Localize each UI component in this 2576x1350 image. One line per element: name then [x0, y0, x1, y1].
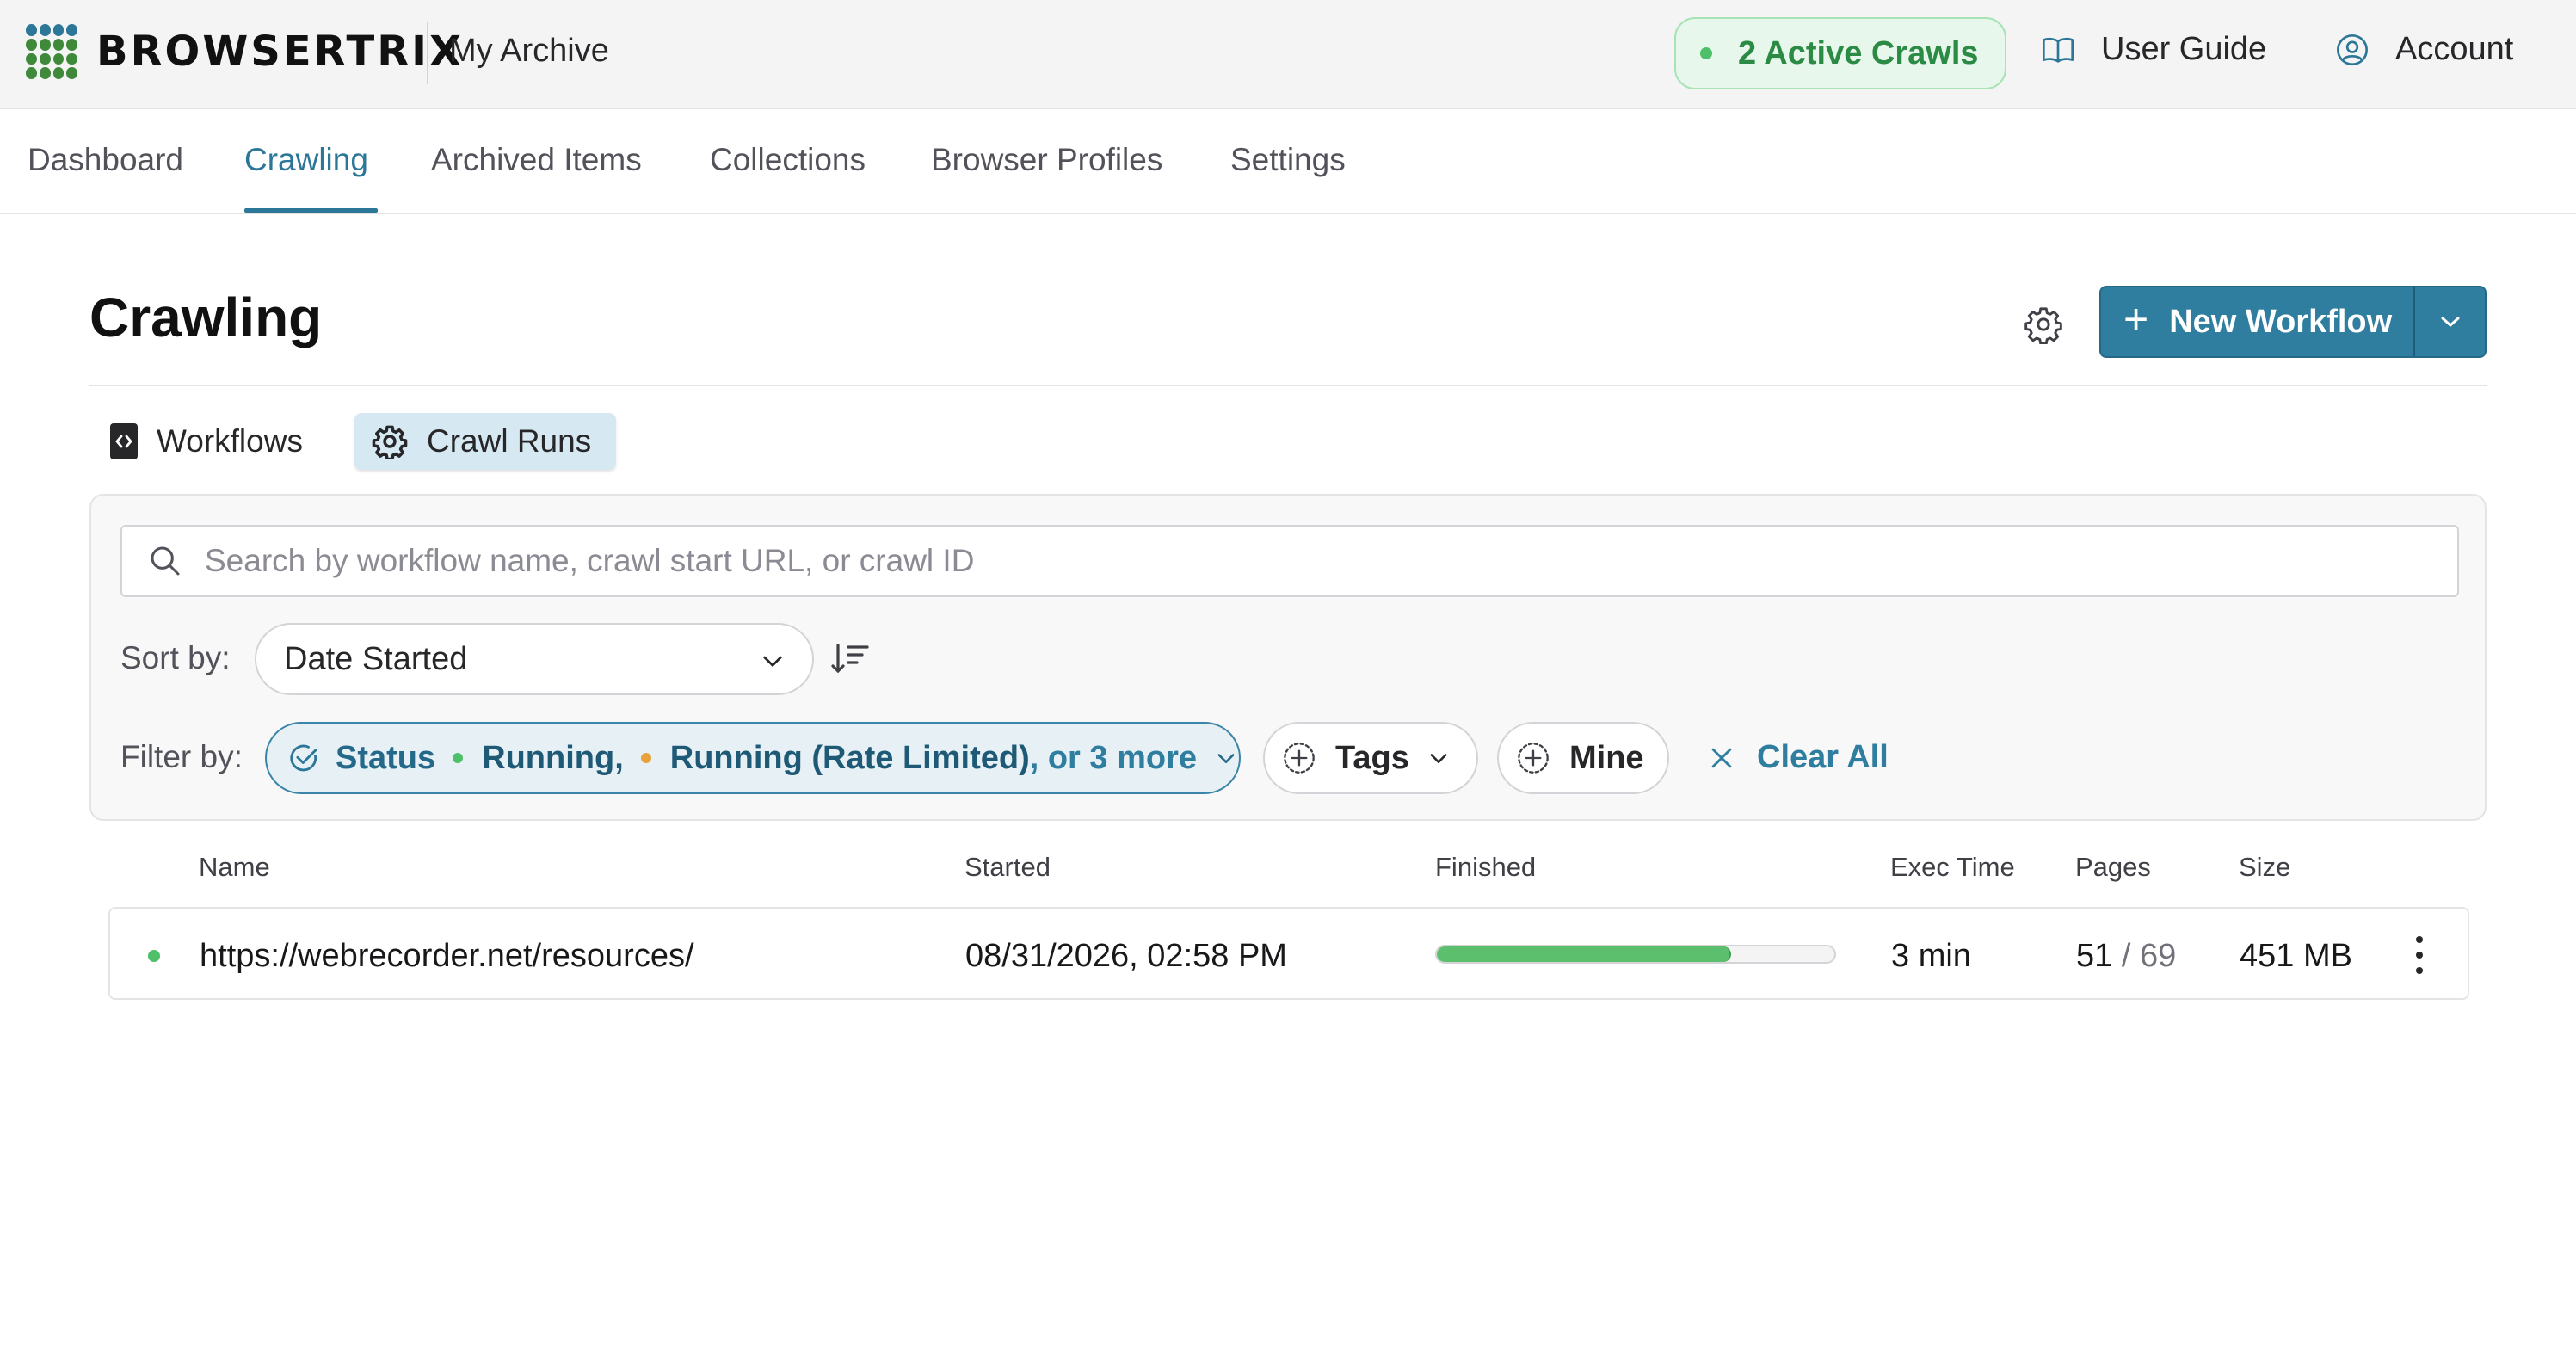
status-value-running: Running, — [482, 739, 624, 776]
tags-filter-chip[interactable]: Tags — [1263, 722, 1478, 794]
sort-select[interactable]: Date Started — [255, 623, 814, 695]
pages-total: 69 — [2139, 938, 2177, 974]
pages-done: 51 — [2076, 938, 2113, 974]
heading-divider — [89, 385, 2487, 386]
nav-tab-settings[interactable]: Settings — [1230, 142, 1346, 178]
search-placeholder: Search by workflow name, crawl start URL… — [205, 543, 975, 578]
crawl-started: 08/31/2026, 02:58 PM — [965, 938, 1287, 974]
active-status-dot — [1700, 47, 1712, 59]
column-header-started: Started — [964, 852, 1051, 882]
column-header-pages: Pages — [2075, 852, 2151, 882]
user-guide-label: User Guide — [2101, 31, 2267, 67]
mine-filter-chip[interactable]: Mine — [1497, 722, 1669, 794]
new-workflow-split-button: + New Workflow — [2099, 286, 2487, 358]
column-header-size: Size — [2239, 852, 2291, 882]
row-actions-menu-icon[interactable] — [2411, 936, 2428, 974]
plus-icon: + — [2123, 295, 2149, 343]
sort-direction-icon[interactable] — [831, 642, 869, 676]
mine-filter-label: Mine — [1569, 739, 1644, 776]
nav-tab-dashboard[interactable]: Dashboard — [28, 142, 183, 178]
user-circle-icon — [2337, 34, 2368, 65]
column-header-exec-time: Exec Time — [1890, 852, 2015, 882]
filter-label: Filter by: — [120, 739, 243, 774]
settings-gear-icon[interactable] — [2024, 305, 2063, 344]
table-row[interactable]: https://webrecorder.net/resources/ 08/31… — [108, 907, 2469, 1000]
page-title: Crawling — [89, 287, 323, 348]
column-header-finished: Finished — [1435, 852, 1537, 882]
plus-circle-icon — [1518, 743, 1549, 774]
account-menu[interactable]: Account — [2335, 31, 2513, 68]
nav-tab-browser-profiles[interactable]: Browser Profiles — [931, 142, 1162, 178]
chevron-down-icon — [1430, 754, 1447, 763]
active-crawls-badge[interactable]: 2 Active Crawls — [1674, 17, 2006, 89]
search-icon — [151, 546, 180, 576]
chevron-down-icon — [1217, 754, 1235, 763]
main-nav: Dashboard Crawling Archived Items Collec… — [0, 111, 2576, 214]
nav-tab-collections[interactable]: Collections — [710, 142, 866, 178]
rate-limited-status-dot — [640, 753, 651, 763]
crawl-exec-time: 3 min — [1891, 938, 1971, 974]
subtab-crawl-runs-label: Crawl Runs — [427, 423, 592, 459]
nav-tab-crawling[interactable]: Crawling — [244, 142, 368, 178]
filter-panel: Search by workflow name, crawl start URL… — [89, 494, 2487, 821]
status-value-rate-limited: Running (Rate Limited) — [669, 739, 1030, 776]
check-circle-icon — [290, 744, 317, 772]
subtab-workflows[interactable]: Workflows — [96, 413, 325, 470]
brand-name: BROWSERTRIX — [96, 28, 465, 76]
active-crawls-label: 2 Active Crawls — [1738, 34, 1979, 71]
status-filter-chip[interactable]: Status Running, Running (Rate Limited) ,… — [265, 722, 1241, 794]
sort-selected-value: Date Started — [284, 640, 468, 677]
crawl-progress-fill — [1437, 946, 1731, 962]
pages-separator: / — [2121, 938, 2131, 974]
status-filter-label: Status — [336, 739, 436, 776]
running-status-dot — [148, 950, 160, 962]
status-more-label: , or 3 more — [1029, 739, 1198, 776]
clear-all-label: Clear All — [1757, 739, 1889, 775]
chevron-down-icon — [763, 656, 782, 667]
user-guide-link[interactable]: User Guide — [2041, 31, 2266, 68]
column-header-name: Name — [199, 852, 270, 882]
crawl-progress-bar — [1435, 945, 1836, 964]
nav-tab-archived-items[interactable]: Archived Items — [431, 142, 642, 178]
clear-all-button[interactable]: Clear All — [1707, 739, 1889, 776]
new-workflow-dropdown-toggle[interactable] — [2415, 287, 2485, 356]
new-workflow-label: New Workflow — [2169, 303, 2393, 340]
subtab-workflows-label: Workflows — [157, 423, 303, 459]
org-name[interactable]: My Archive — [449, 33, 609, 70]
crawl-size: 451 MB — [2240, 938, 2352, 974]
close-icon — [1711, 748, 1732, 767]
account-label: Account — [2395, 31, 2514, 67]
browsertrix-logo[interactable]: BROWSERTRIX — [26, 24, 464, 79]
search-input[interactable]: Search by workflow name, crawl start URL… — [120, 525, 2459, 597]
tags-filter-label: Tags — [1335, 739, 1409, 776]
book-icon — [2043, 37, 2074, 63]
crawl-name[interactable]: https://webrecorder.net/resources/ — [200, 938, 694, 975]
running-status-dot — [453, 753, 464, 763]
sort-label: Sort by: — [120, 640, 231, 675]
crawl-pages: 51 / 69 — [2076, 938, 2176, 975]
chevron-down-icon — [2441, 317, 2459, 327]
header-divider — [427, 22, 428, 84]
active-tab-indicator — [244, 208, 378, 213]
gear-icon — [372, 425, 408, 459]
logo-mark-icon — [26, 24, 77, 79]
subtab-crawl-runs[interactable]: Crawl Runs — [354, 413, 616, 470]
top-header: BROWSERTRIX My Archive 2 Active Crawls U… — [0, 0, 2576, 109]
plus-circle-icon — [1284, 743, 1315, 774]
new-workflow-button[interactable]: + New Workflow — [2101, 287, 2415, 356]
code-file-icon — [110, 423, 138, 459]
